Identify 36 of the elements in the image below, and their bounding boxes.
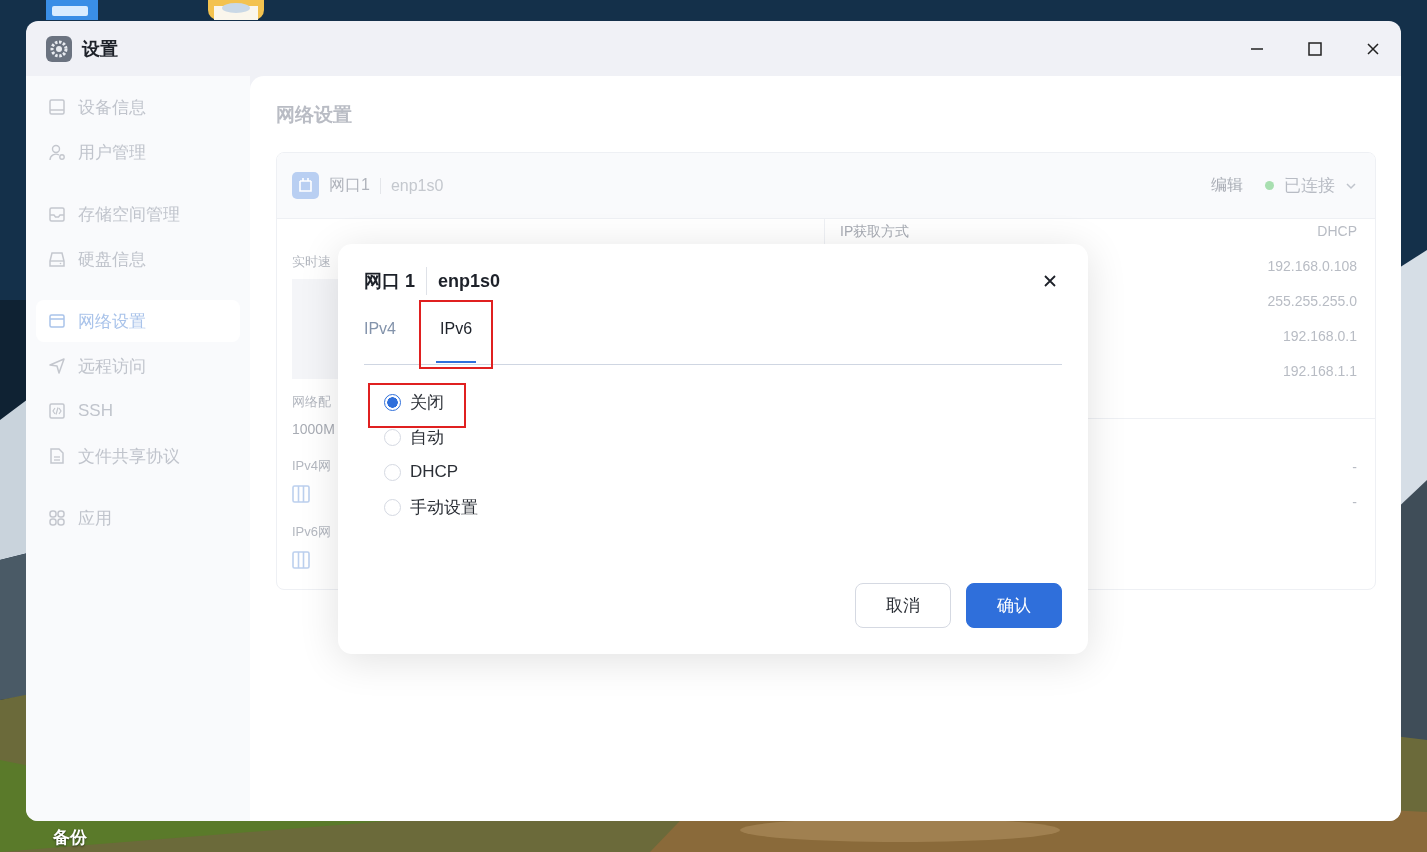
cancel-button[interactable]: 取消 [855, 583, 951, 628]
field-value: - [1352, 459, 1357, 475]
status-text: 已连接 [1284, 175, 1335, 197]
sidebar-item[interactable]: 应用 [36, 497, 240, 539]
field-value: 192.168.0.1 [1283, 328, 1357, 344]
field-value: - [1352, 494, 1357, 510]
field-value: 255.255.255.0 [1267, 293, 1357, 309]
dialog-subtitle: enp1s0 [438, 270, 501, 292]
radio-option[interactable]: 手动设置 [384, 496, 478, 518]
confirm-button[interactable]: 确认 [966, 583, 1062, 628]
field-label: IPv4网 [292, 457, 331, 475]
tab[interactable]: IPv4 [364, 312, 396, 364]
field-label: 实时速 [292, 253, 331, 271]
field-value: 192.168.1.1 [1283, 363, 1357, 379]
field-label: 网络配 [292, 393, 331, 411]
window-title: 设置 [82, 37, 118, 61]
field-value: 1000M [292, 421, 335, 437]
radio-option[interactable]: DHCP [384, 461, 459, 483]
field-value: DHCP [1317, 223, 1357, 239]
dialog-title: 网口 1 [364, 270, 415, 293]
edit-link[interactable]: 编辑 [1211, 175, 1243, 196]
sidebar-item[interactable]: 网络设置 [36, 300, 240, 342]
sidebar-item[interactable]: SSH [36, 390, 240, 432]
sidebar-item[interactable]: 远程访问 [36, 345, 240, 387]
sidebar-item[interactable]: 硬盘信息 [36, 238, 240, 280]
sidebar-item[interactable]: 文件共享协议 [36, 435, 240, 477]
page-heading: 网络设置 [276, 103, 353, 126]
port-name: 网口1 [329, 175, 370, 195]
radio-option[interactable]: 自动 [384, 426, 444, 448]
field-label: IP获取方式 [840, 223, 910, 241]
field-label: IPv6网 [292, 523, 331, 541]
tab[interactable]: IPv6 [436, 312, 477, 363]
desktop-icon-label[interactable]: 备份 [53, 826, 87, 849]
radio-option[interactable]: 关闭 [384, 391, 444, 413]
sidebar-item[interactable]: 设备信息 [36, 86, 240, 128]
field-value: 192.168.0.108 [1267, 258, 1357, 274]
